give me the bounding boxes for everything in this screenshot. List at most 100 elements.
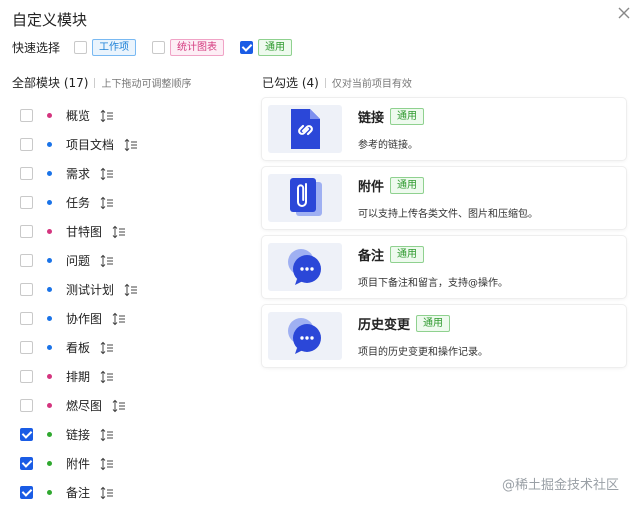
card-title-row: 历史变更 通用 (358, 314, 488, 333)
card-title: 历史变更 (358, 318, 411, 333)
tag-general: 通用 (390, 177, 425, 194)
module-name: 项目文档 (66, 138, 115, 152)
module-row[interactable]: 项目文档 (20, 130, 138, 159)
card-description: 可以支持上传各类文件、图片和压缩包。 (358, 209, 538, 220)
checkbox[interactable] (20, 370, 33, 383)
card-description: 项目的历史变更和操作记录。 (358, 347, 488, 358)
module-name: 排期 (66, 370, 91, 384)
module-card[interactable]: 附件 通用可以支持上传各类文件、图片和压缩包。 (262, 167, 626, 229)
module-name: 任务 (66, 196, 91, 210)
module-row[interactable]: 协作图 (20, 304, 138, 333)
category-dot (47, 316, 52, 321)
module-row[interactable]: 燃尽图 (20, 391, 138, 420)
checkbox[interactable] (20, 283, 33, 296)
checkbox-checked[interactable] (20, 428, 33, 441)
module-name: 问题 (66, 254, 91, 268)
drag-handle-icon[interactable] (100, 486, 114, 500)
module-row[interactable]: 需求 (20, 159, 138, 188)
category-dot (47, 287, 52, 292)
category-dot (47, 345, 52, 350)
checkbox[interactable] (20, 196, 33, 209)
card-body: 链接 通用 参考的链接。 (358, 107, 425, 151)
checkbox[interactable] (20, 167, 33, 180)
module-row[interactable]: 测试计划 (20, 275, 138, 304)
module-card[interactable]: 链接 通用 参考的链接。 (262, 98, 626, 160)
checkbox[interactable] (20, 225, 33, 238)
module-row[interactable]: 链接 (20, 420, 138, 449)
card-body: 备注 通用 项目下备注和留言，支持@操作。 (358, 245, 508, 289)
all-modules-header: 全部模块 (17) 上下拖动可调整顺序 (12, 74, 191, 91)
drag-handle-icon[interactable] (112, 312, 126, 326)
module-name: 燃尽图 (66, 399, 103, 413)
drag-handle-icon[interactable] (112, 225, 126, 239)
checkbox[interactable] (74, 40, 88, 54)
checkbox-checked[interactable] (20, 457, 33, 470)
dialog-title: 自定义模块 (12, 11, 88, 29)
module-row[interactable]: 看板 (20, 333, 138, 362)
selected-title: 已勾选 (4) (262, 76, 319, 90)
divider (94, 77, 96, 88)
tag-work-items: 工作项 (92, 38, 137, 56)
module-row[interactable]: 任务 (20, 188, 138, 217)
drag-handle-icon[interactable] (100, 341, 114, 355)
quick-select-work-items[interactable]: 工作项 (74, 38, 137, 56)
drag-handle-icon[interactable] (100, 428, 114, 442)
checkbox[interactable] (20, 399, 33, 412)
module-name: 甘特图 (66, 225, 103, 239)
module-card[interactable]: 备注 通用 项目下备注和留言，支持@操作。 (262, 236, 626, 298)
watermark: @稀土掘金技术社区 (502, 478, 620, 493)
module-row[interactable]: 概览 (20, 101, 138, 130)
paperclip-document-icon (268, 174, 342, 222)
card-body: 历史变更 通用项目的历史变更和操作记录。 (358, 314, 488, 358)
module-row[interactable]: 附件 (20, 449, 138, 478)
module-name: 协作图 (66, 312, 103, 326)
checkbox[interactable] (20, 109, 33, 122)
module-row[interactable]: 排期 (20, 362, 138, 391)
card-body: 附件 通用可以支持上传各类文件、图片和压缩包。 (358, 176, 538, 220)
module-row[interactable]: 备注 (20, 478, 138, 505)
quick-select-general[interactable]: 通用 (240, 38, 293, 56)
selected-header: 已勾选 (4) 仅对当前项目有效 (262, 74, 412, 91)
all-modules-title: 全部模块 (17) (12, 76, 89, 90)
module-list: 概览项目文档需求任务甘特图问题测试计划协作图看板排期燃尽图链接附件备注 (20, 101, 138, 505)
module-name: 链接 (66, 428, 91, 442)
drag-handle-icon[interactable] (100, 109, 114, 123)
drag-handle-icon[interactable] (124, 283, 138, 297)
drag-handle-icon[interactable] (100, 370, 114, 384)
tag-general: 通用 (258, 38, 293, 56)
module-row[interactable]: 问题 (20, 246, 138, 275)
checkbox[interactable] (20, 341, 33, 354)
selected-hint: 仅对当前项目有效 (331, 79, 412, 90)
tag-general: 通用 (416, 315, 451, 332)
tag-general: 通用 (390, 108, 425, 125)
link-document-icon (268, 105, 342, 153)
module-card[interactable]: 历史变更 通用项目的历史变更和操作记录。 (262, 305, 626, 367)
checkbox[interactable] (20, 138, 33, 151)
checkbox[interactable] (20, 254, 33, 267)
quick-select-label: 快速选择 (12, 40, 61, 55)
checkbox-checked[interactable] (240, 40, 254, 54)
quick-select-charts[interactable]: 统计图表 (152, 38, 225, 56)
category-dot (47, 229, 52, 234)
checkbox-checked[interactable] (20, 486, 33, 499)
card-title: 附件 (358, 180, 385, 195)
module-row[interactable]: 甘特图 (20, 217, 138, 246)
checkbox[interactable] (20, 312, 33, 325)
drag-handle-icon[interactable] (112, 399, 126, 413)
close-icon[interactable] (617, 6, 631, 20)
drag-handle-icon[interactable] (100, 196, 114, 210)
module-name: 附件 (66, 457, 91, 471)
card-title-row: 备注 通用 (358, 245, 508, 264)
selected-card-list: 链接 通用 参考的链接。 附件 通用 可以支持上传各类文件、图片和压缩包。 备注 通用 项目下备… (262, 98, 626, 374)
drag-handle-icon[interactable] (124, 138, 138, 152)
drag-handle-icon[interactable] (100, 167, 114, 181)
drag-handle-icon[interactable] (100, 254, 114, 268)
card-title-row: 附件 通用 (358, 176, 538, 195)
tag-charts: 统计图表 (170, 38, 225, 56)
checkbox[interactable] (152, 40, 166, 54)
category-dot (47, 113, 52, 118)
category-dot (47, 200, 52, 205)
category-dot (47, 403, 52, 408)
drag-handle-icon[interactable] (100, 457, 114, 471)
module-name: 测试计划 (66, 283, 115, 297)
